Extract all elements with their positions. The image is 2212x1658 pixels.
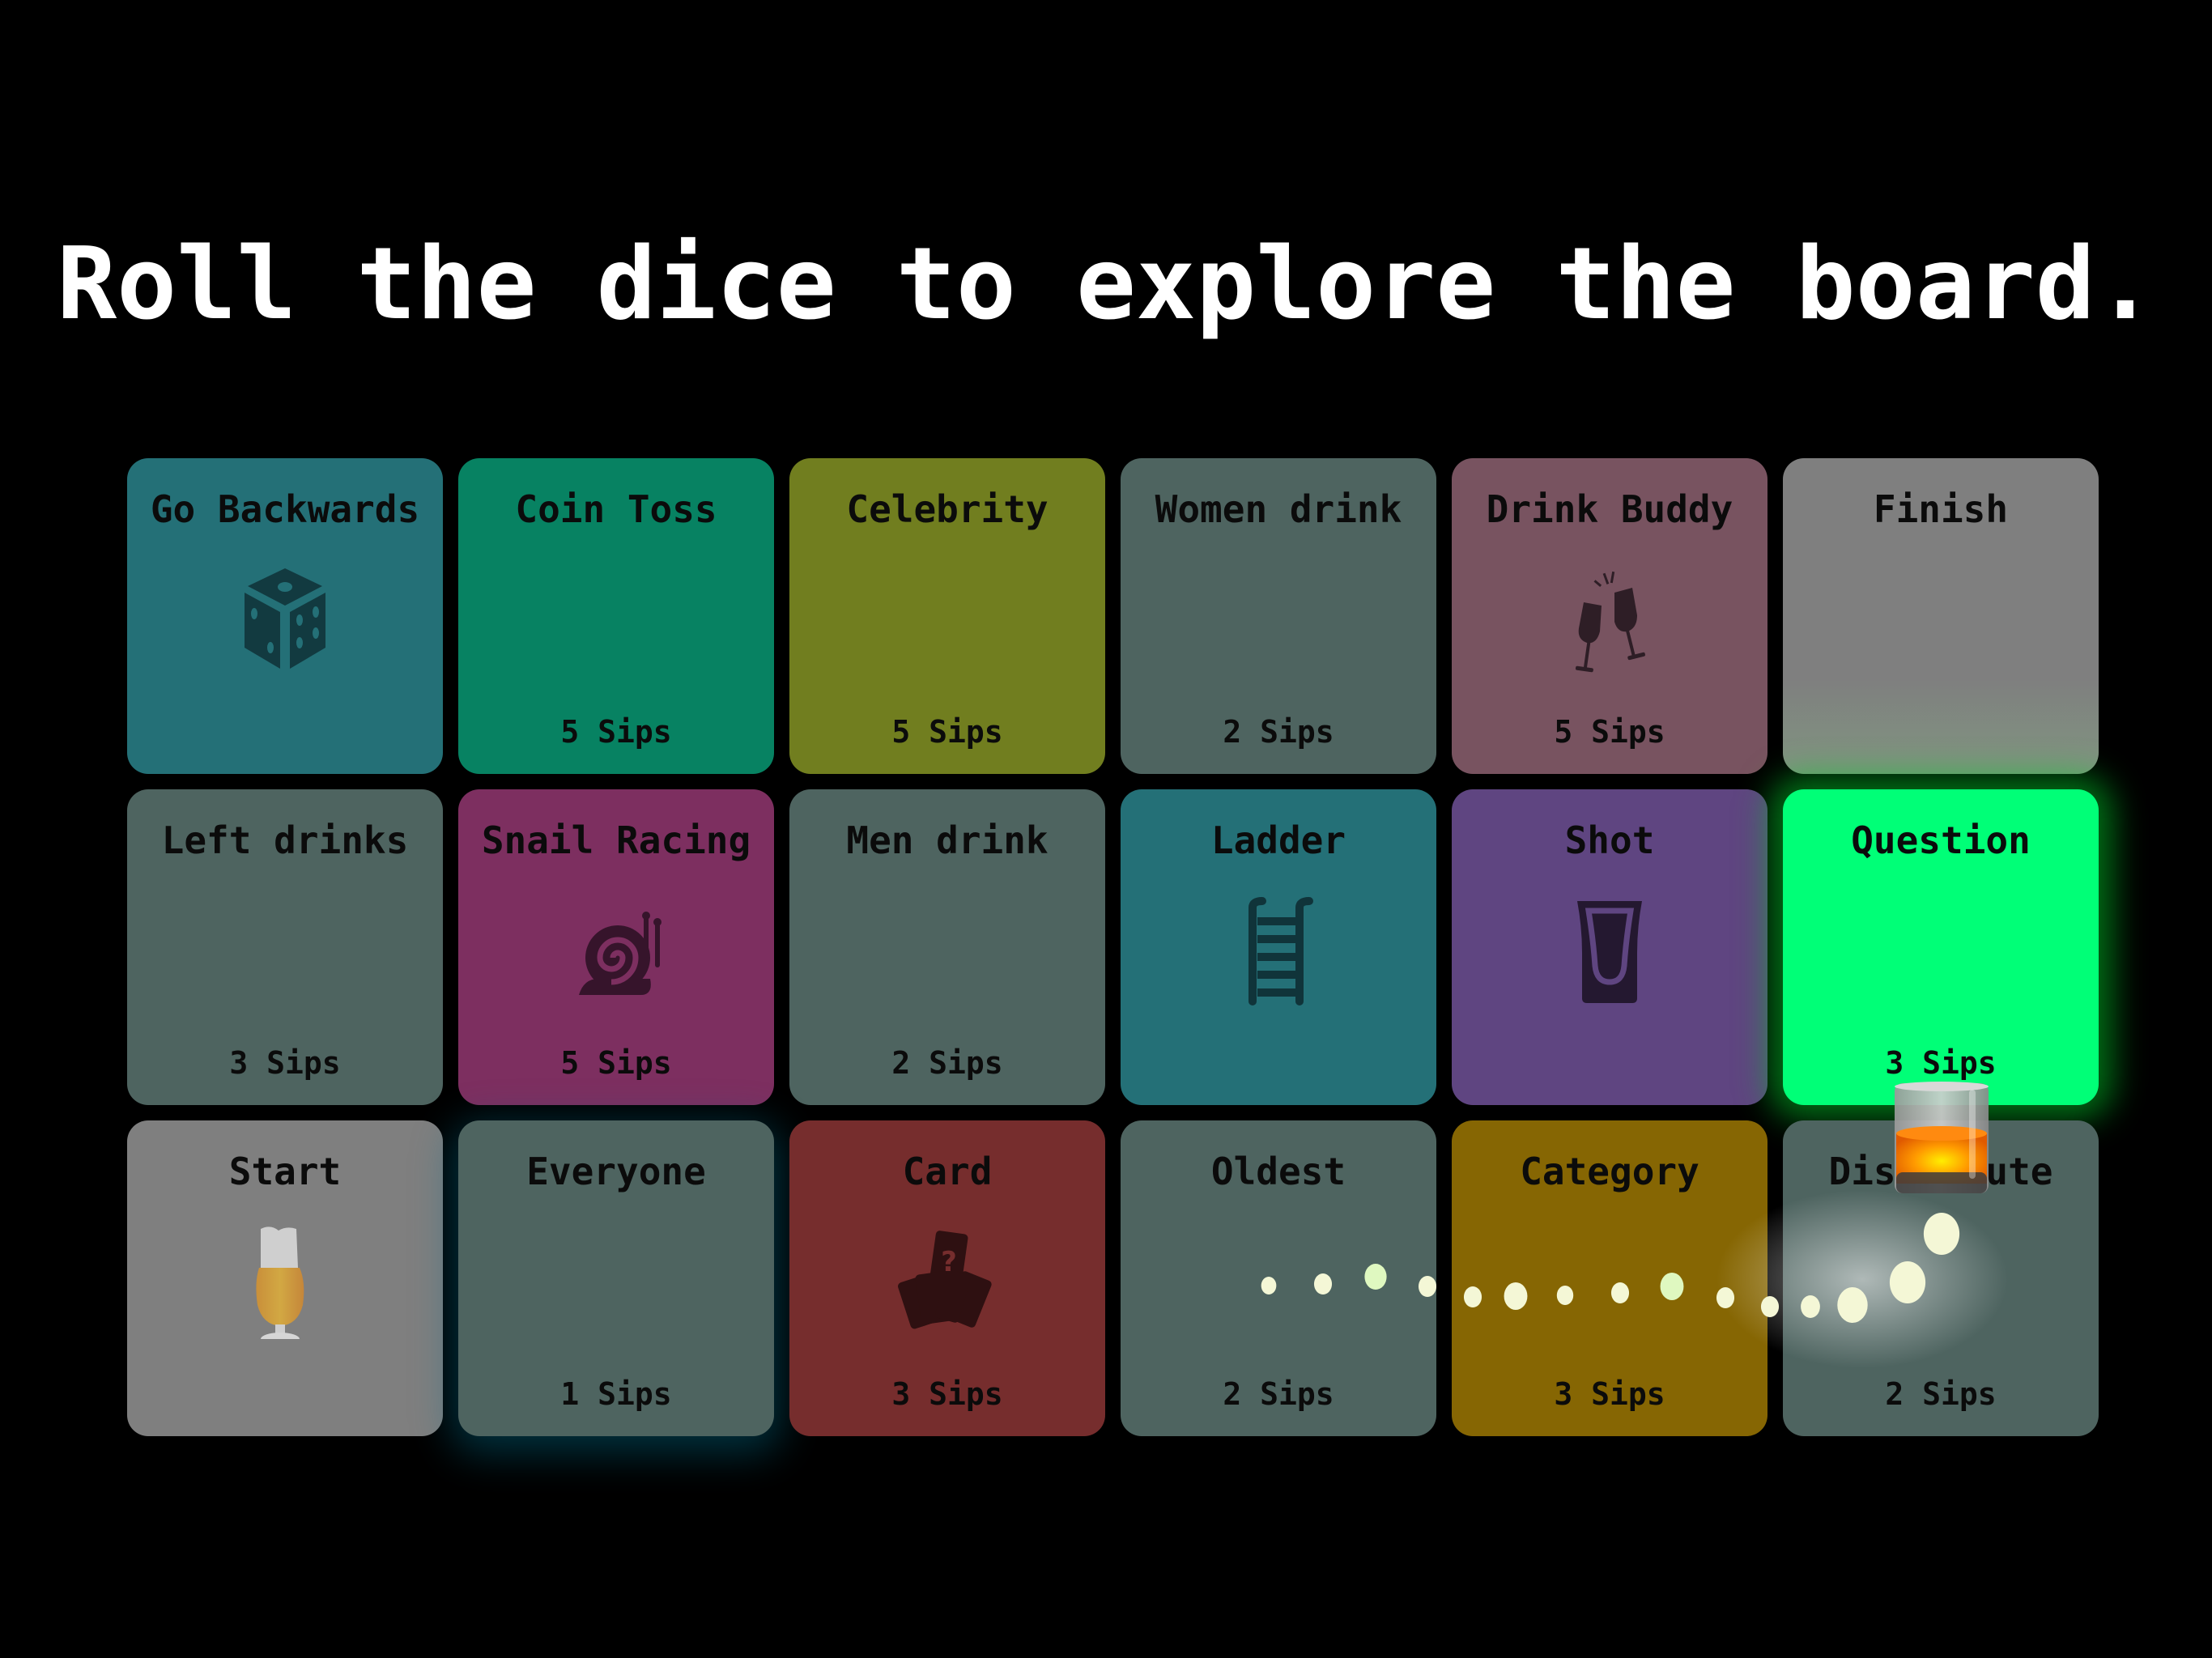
tile-label: Coin Toss	[515, 487, 717, 531]
tile-card[interactable]: Card? 3 Sips	[789, 1120, 1105, 1436]
tile-label: Go Backwards	[150, 487, 420, 531]
tile-label: Shot	[1564, 818, 1655, 862]
tile-label: Category	[1520, 1150, 1699, 1193]
tile-label: Drink Buddy	[1486, 487, 1733, 531]
tile-drink-buddy[interactable]: Drink Buddy 5 Sips	[1452, 458, 1767, 774]
tile-label: Men drink	[846, 818, 1049, 862]
tile-sips: 5 Sips	[891, 714, 1003, 750]
tile-snail-racing[interactable]: Snail Racing 5 Sips	[458, 789, 774, 1105]
game-board: Go Backwards Coin Toss 5 Sips Celebrity 5 Si…	[0, 0, 2212, 1658]
tile-label: Card	[902, 1150, 993, 1193]
tile-sips: 5 Sips	[1554, 714, 1665, 750]
tile-label: Question	[1851, 818, 2031, 862]
tile-label: Oldest	[1210, 1150, 1346, 1193]
tile-label: Left drinks	[161, 818, 409, 862]
snail-icon	[559, 895, 673, 1008]
tile-sips: 2 Sips	[1223, 1376, 1334, 1412]
tile-sips: 5 Sips	[560, 1045, 672, 1081]
champagne-toast-icon	[1553, 563, 1666, 677]
tile-ladder[interactable]: Ladder	[1121, 789, 1436, 1105]
dice-icon	[228, 563, 342, 677]
tile-left-drinks[interactable]: Left drinks 3 Sips	[127, 789, 443, 1105]
beer-glass-icon	[228, 1226, 342, 1339]
tile-sips: 2 Sips	[1885, 1376, 1997, 1412]
tile-finish[interactable]: Finish	[1783, 458, 2099, 774]
tile-coin-toss[interactable]: Coin Toss 5 Sips	[458, 458, 774, 774]
tile-oldest[interactable]: Oldest 2 Sips	[1121, 1120, 1436, 1436]
shot-glass-icon	[1553, 895, 1666, 1008]
tile-sips: 2 Sips	[891, 1045, 1003, 1081]
tile-label: Ladder	[1210, 818, 1346, 862]
tile-sips: 3 Sips	[891, 1376, 1003, 1412]
tile-shot[interactable]: Shot	[1452, 789, 1767, 1105]
tile-label: Snail Racing	[481, 818, 751, 862]
tile-label: Start	[228, 1150, 342, 1193]
tile-start[interactable]: Start	[127, 1120, 443, 1436]
player-token[interactable]	[1891, 1082, 1992, 1195]
tile-question[interactable]: Question 3 Sips	[1783, 789, 2099, 1105]
tile-label: Women drink	[1155, 487, 1402, 531]
tile-sips: 3 Sips	[229, 1045, 341, 1081]
tile-sips: 1 Sips	[560, 1376, 672, 1412]
tile-sips: 3 Sips	[1554, 1376, 1665, 1412]
tile-go-backwards[interactable]: Go Backwards	[127, 458, 443, 774]
tile-men-drink[interactable]: Men drink 2 Sips	[789, 789, 1105, 1105]
tile-sips: 2 Sips	[1223, 714, 1334, 750]
tile-category[interactable]: Category 3 Sips	[1452, 1120, 1767, 1436]
tile-sips: 5 Sips	[560, 714, 672, 750]
tile-women-drink[interactable]: Women drink 2 Sips	[1121, 458, 1436, 774]
svg-text:?: ?	[941, 1246, 957, 1278]
tile-everyone[interactable]: Everyone 1 Sips	[458, 1120, 774, 1436]
cards-icon: ?	[891, 1226, 1004, 1339]
tile-label: Celebrity	[846, 487, 1049, 531]
tile-label: Finish	[1873, 487, 2009, 531]
tile-sips: 3 Sips	[1885, 1045, 1997, 1081]
whiskey-glass-icon	[1895, 1082, 1989, 1193]
tile-label: Everyone	[526, 1150, 706, 1193]
ladder-icon	[1222, 895, 1335, 1008]
tile-celebrity[interactable]: Celebrity 5 Sips	[789, 458, 1105, 774]
